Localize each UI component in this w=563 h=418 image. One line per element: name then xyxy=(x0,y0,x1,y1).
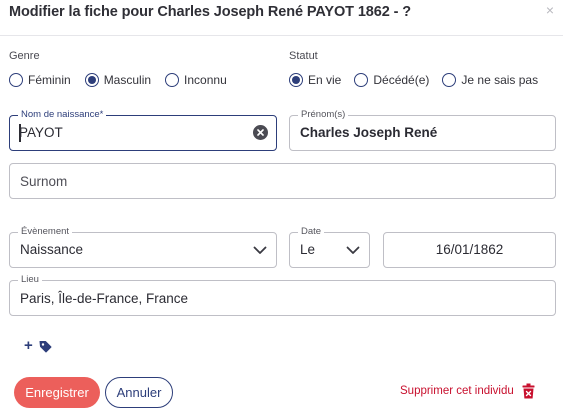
date-qualifier-select[interactable]: Date Le xyxy=(289,226,370,268)
prenom-value: Charles Joseph René xyxy=(300,125,438,140)
radio-label: Je ne sais pas xyxy=(461,73,539,87)
radio-circle xyxy=(354,73,369,87)
surnom-field[interactable]: Surnom xyxy=(9,163,556,199)
save-button[interactable]: Enregistrer xyxy=(14,377,100,408)
add-tag-button[interactable]: + xyxy=(24,337,52,354)
clear-icon[interactable] xyxy=(253,125,268,140)
genre-option-masculin[interactable]: Masculin xyxy=(84,73,152,87)
chevron-down-icon xyxy=(346,233,360,267)
cancel-button[interactable]: Annuler xyxy=(105,377,173,408)
evenement-label: Évènement xyxy=(18,226,73,238)
prenom-field[interactable]: Prénom(s) Charles Joseph René xyxy=(289,109,556,151)
lieu-value: Paris, Île-de-France, France xyxy=(20,291,189,306)
trash-icon xyxy=(522,383,535,399)
statut-option-en-vie[interactable]: En vie xyxy=(289,73,341,87)
statut-option-je-ne-sais-pas[interactable]: Je ne sais pas xyxy=(442,73,538,87)
statut-option-decede[interactable]: Décédé(e) xyxy=(354,73,429,87)
delete-label: Supprimer cet individu xyxy=(400,385,514,397)
radio-label: Masculin xyxy=(103,73,152,87)
date-label: Date xyxy=(298,226,325,238)
genre-label: Genre xyxy=(9,50,40,62)
genre-option-feminin[interactable]: Féminin xyxy=(9,73,71,87)
radio-circle xyxy=(165,73,180,87)
date-qualifier-value: Le xyxy=(300,242,316,257)
dialog-header: Modifier la fiche pour Charles Joseph Re… xyxy=(0,0,563,36)
evenement-select[interactable]: Évènement Naissance xyxy=(9,226,277,268)
plus-icon: + xyxy=(24,337,33,354)
radio-label: En vie xyxy=(308,73,342,87)
evenement-value: Naissance xyxy=(20,242,84,257)
date-value: 16/01/1862 xyxy=(435,242,504,257)
surnom-placeholder: Surnom xyxy=(20,174,68,189)
statut-label: Statut xyxy=(289,50,318,62)
nom-naissance-value: PAYOT xyxy=(19,125,63,140)
lieu-field[interactable]: Lieu Paris, Île-de-France, France xyxy=(9,274,556,316)
tag-icon xyxy=(39,340,52,352)
radio-circle xyxy=(9,73,23,87)
nom-naissance-field[interactable]: Nom de naissance* PAYOT xyxy=(9,109,277,151)
lieu-label: Lieu xyxy=(18,274,42,286)
close-icon[interactable]: × xyxy=(546,2,554,18)
dialog-title: Modifier la fiche pour Charles Joseph Re… xyxy=(9,4,412,20)
prenom-label: Prénom(s) xyxy=(298,109,349,121)
radio-circle xyxy=(442,73,457,87)
radio-label: Inconnu xyxy=(184,73,227,87)
statut-radio-group: En vie Décédé(e) Je ne sais pas xyxy=(289,72,538,88)
chevron-down-icon xyxy=(253,233,267,267)
genre-option-inconnu[interactable]: Inconnu xyxy=(165,73,227,87)
genre-radio-group: Féminin Masculin Inconnu xyxy=(9,72,227,88)
radio-label: Décédé(e) xyxy=(373,73,430,87)
radio-circle xyxy=(289,73,303,87)
nom-naissance-label: Nom de naissance* xyxy=(18,109,107,121)
radio-label: Féminin xyxy=(28,73,71,87)
text-caret xyxy=(19,124,21,142)
date-input[interactable]: 16/01/1862 xyxy=(383,232,556,268)
radio-circle xyxy=(84,73,99,87)
delete-individual-button[interactable]: Supprimer cet individu xyxy=(400,383,535,399)
